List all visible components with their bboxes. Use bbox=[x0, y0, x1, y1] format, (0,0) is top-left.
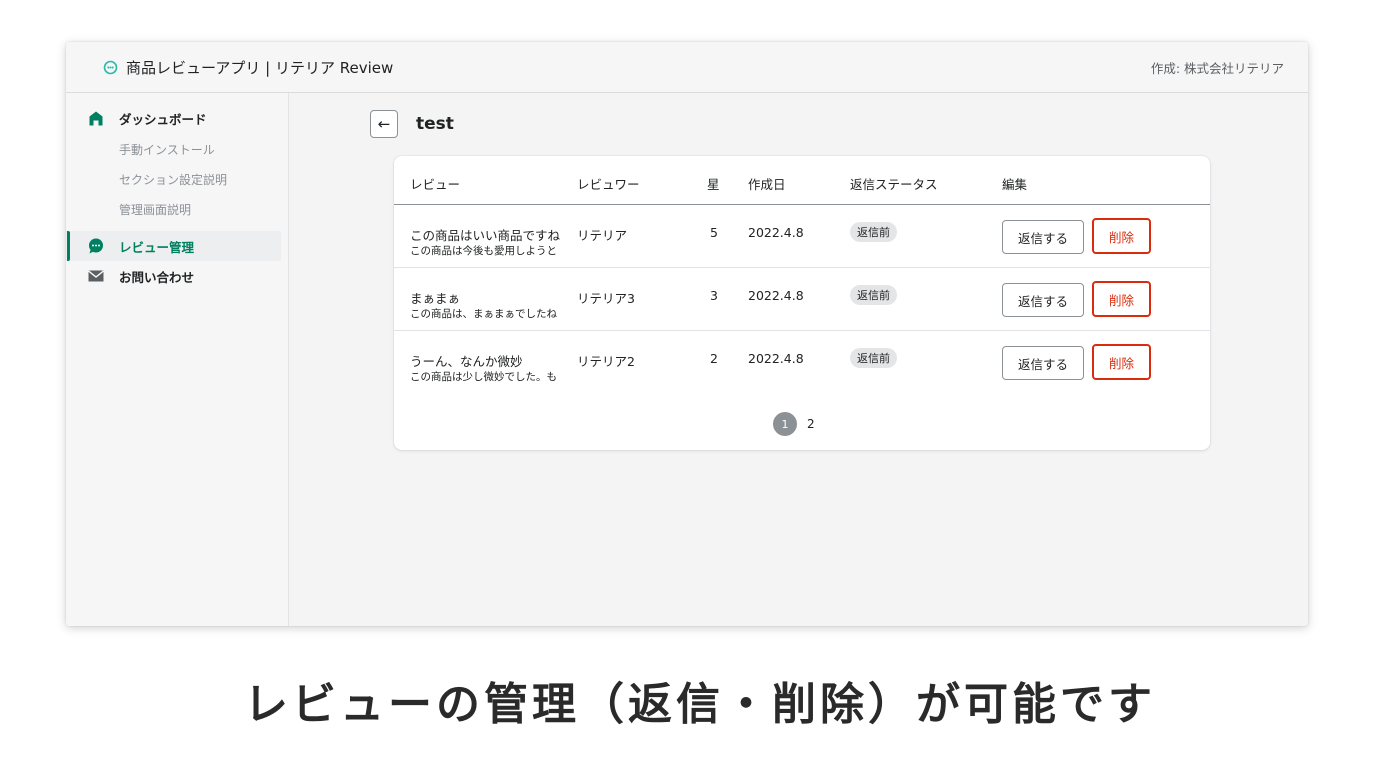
status-badge: 返信前 bbox=[850, 285, 897, 305]
review-title: この商品はいい商品ですね bbox=[410, 228, 561, 243]
caption-text: レビューの管理（返信・削除）が可能です bbox=[244, 679, 1156, 730]
sidebar-item-label: お問い合わせ bbox=[119, 269, 195, 285]
column-header-stars: 星 bbox=[707, 177, 720, 192]
page-title: test bbox=[416, 114, 454, 134]
created-by-text: 作成: 株式会社リテリア bbox=[1150, 61, 1284, 76]
table-row: この商品はいい商品ですね この商品は今後も愛用しようと リテリア 5 2022.… bbox=[394, 205, 1210, 268]
star-count: 5 bbox=[710, 225, 718, 240]
column-header-edit: 編集 bbox=[1002, 177, 1028, 192]
sidebar-item-section-settings[interactable]: セクション設定説明 bbox=[119, 171, 227, 188]
page-link[interactable]: 2 bbox=[807, 417, 815, 431]
star-count: 3 bbox=[710, 288, 718, 303]
review-body: この商品は今後も愛用しようと bbox=[410, 245, 557, 257]
review-body: この商品は、まぁまぁでしたね bbox=[410, 308, 557, 320]
table-row: まぁまぁ この商品は、まぁまぁでしたね リテリア3 3 2022.4.8 返信前… bbox=[394, 268, 1210, 331]
status-badge: 返信前 bbox=[850, 348, 897, 368]
column-header-date: 作成日 bbox=[748, 177, 786, 192]
review-title: うーん、なんか微妙 bbox=[410, 354, 523, 369]
app-window: 商品レビューアプリ | リテリア Review 作成: 株式会社リテリア ダッシ… bbox=[66, 42, 1308, 626]
reviewer-name: リテリア3 bbox=[577, 291, 635, 306]
delete-button[interactable]: 削除 bbox=[1092, 344, 1151, 380]
app-title: 商品レビューアプリ | リテリア Review bbox=[126, 58, 394, 77]
sidebar-item-label: ダッシュボード bbox=[119, 111, 207, 127]
sidebar-item-contact[interactable]: お問い合わせ bbox=[66, 261, 281, 291]
review-body: この商品は少し微妙でした。も bbox=[410, 371, 557, 383]
pagination: 1 2 bbox=[773, 412, 815, 436]
reviews-table-card: レビュー レビュワー 星 作成日 返信ステータス 編集 この商品はいい商品ですね… bbox=[394, 156, 1210, 450]
sidebar-item-label: レビュー管理 bbox=[119, 239, 195, 255]
delete-button[interactable]: 削除 bbox=[1092, 218, 1151, 254]
star-count: 2 bbox=[710, 351, 718, 366]
sidebar-item-admin-guide[interactable]: 管理画面説明 bbox=[119, 201, 191, 218]
review-title: まぁまぁ bbox=[410, 291, 461, 306]
sidebar-item-manual-install[interactable]: 手動インストール bbox=[119, 141, 215, 158]
main-content: ← test レビュー レビュワー 星 作成日 返信ステータス 編集 この商品は… bbox=[289, 93, 1308, 626]
created-date: 2022.4.8 bbox=[748, 351, 804, 366]
reply-button[interactable]: 返信する bbox=[1002, 346, 1084, 380]
sidebar-item-dashboard[interactable]: ダッシュボード bbox=[66, 103, 281, 133]
top-bar: 商品レビューアプリ | リテリア Review 作成: 株式会社リテリア bbox=[66, 42, 1308, 93]
column-header-review: レビュー bbox=[410, 177, 461, 192]
status-badge: 返信前 bbox=[850, 222, 897, 242]
sidebar: ダッシュボード 手動インストール セクション設定説明 管理画面説明 レビュー管理 bbox=[66, 93, 289, 626]
app-logo-icon bbox=[103, 60, 118, 75]
arrow-left-icon: ← bbox=[377, 115, 391, 133]
sidebar-item-review-management[interactable]: レビュー管理 bbox=[66, 231, 281, 261]
mail-icon bbox=[88, 268, 104, 284]
reviewer-name: リテリア bbox=[577, 228, 628, 243]
column-header-reviewer: レビュワー bbox=[577, 177, 640, 192]
reviewer-name: リテリア2 bbox=[577, 354, 635, 369]
created-date: 2022.4.8 bbox=[748, 225, 804, 240]
column-header-reply-status: 返信ステータス bbox=[850, 177, 938, 192]
table-row: うーん、なんか微妙 この商品は少し微妙でした。も リテリア2 2 2022.4.… bbox=[394, 331, 1210, 394]
chat-icon bbox=[88, 238, 104, 254]
reply-button[interactable]: 返信する bbox=[1002, 220, 1084, 254]
reply-button[interactable]: 返信する bbox=[1002, 283, 1084, 317]
home-icon bbox=[88, 110, 104, 126]
back-button[interactable]: ← bbox=[370, 110, 398, 138]
page-current[interactable]: 1 bbox=[773, 412, 797, 436]
delete-button[interactable]: 削除 bbox=[1092, 281, 1151, 317]
active-indicator bbox=[67, 231, 70, 261]
created-date: 2022.4.8 bbox=[748, 288, 804, 303]
